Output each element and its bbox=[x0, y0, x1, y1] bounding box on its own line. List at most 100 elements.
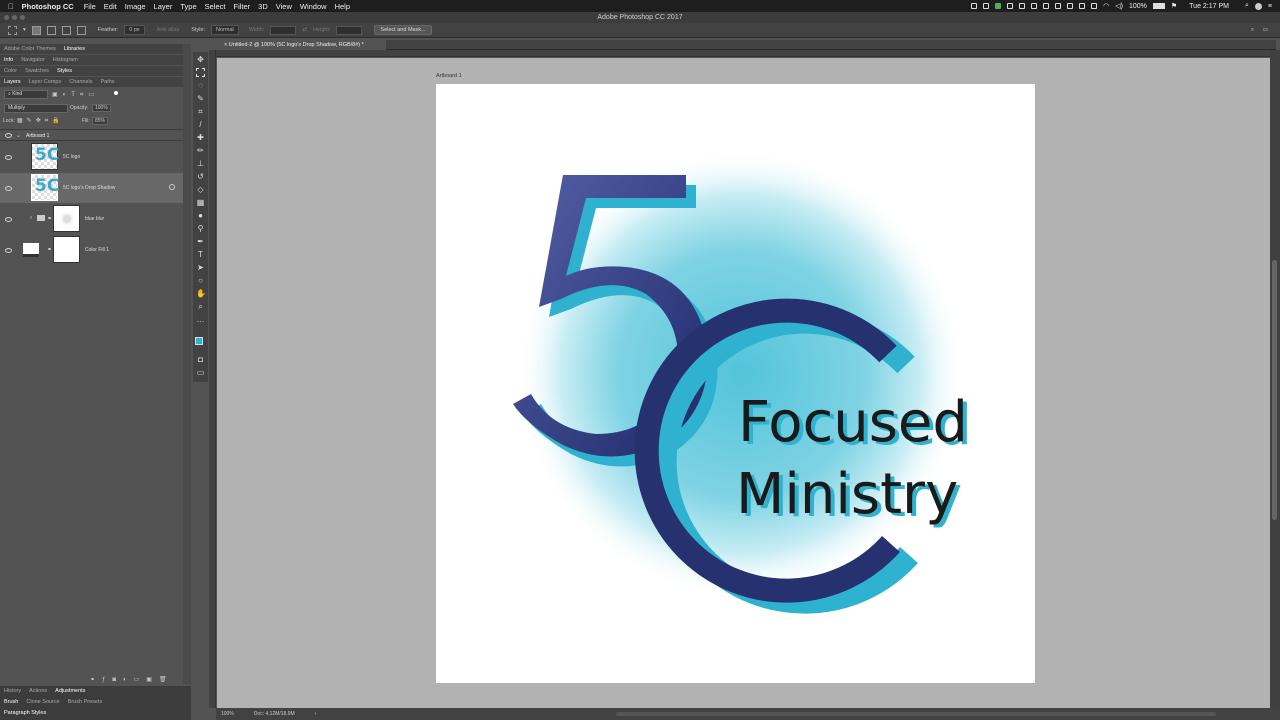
feather-input[interactable]: 0 px bbox=[124, 25, 145, 35]
tab-clone-source[interactable]: Clone Source bbox=[26, 699, 59, 705]
tab-brush[interactable]: Brush bbox=[4, 699, 18, 705]
more-tools-icon[interactable]: … bbox=[196, 315, 205, 324]
type-tool-icon[interactable]: T bbox=[196, 250, 205, 259]
user-icon[interactable] bbox=[1254, 2, 1262, 10]
hand-tool-icon[interactable]: ✋ bbox=[196, 289, 206, 298]
artboard-label[interactable]: Artboard 1 bbox=[436, 73, 462, 79]
tab-libraries[interactable]: Libraries bbox=[64, 46, 85, 52]
select-and-mask-button[interactable]: Select and Mask... bbox=[374, 25, 432, 35]
menu-help[interactable]: Help bbox=[335, 2, 350, 11]
screen-mode-icon[interactable]: ▭ bbox=[196, 368, 205, 377]
minimize-window-button[interactable] bbox=[12, 15, 17, 20]
layer-filter-icons[interactable]: ▣◐T⌗▭ bbox=[52, 91, 99, 99]
workspace-icon[interactable]: ▭ bbox=[1263, 27, 1268, 33]
vertical-ruler[interactable] bbox=[209, 50, 216, 708]
list-icon[interactable]: ≡ bbox=[1268, 3, 1272, 10]
tab-navigator[interactable]: Navigator bbox=[21, 57, 45, 63]
eye-icon[interactable] bbox=[5, 133, 12, 138]
stamp-tool-icon[interactable]: ⊥ bbox=[196, 159, 205, 168]
tab-adobe-color-themes[interactable]: Adobe Color Themes bbox=[4, 46, 56, 52]
status-icon[interactable] bbox=[995, 3, 1002, 9]
tab-brush-presets[interactable]: Brush Presets bbox=[68, 699, 103, 705]
antialias-checkbox[interactable]: Anti-alias bbox=[157, 27, 180, 33]
battery-icon[interactable] bbox=[1152, 3, 1165, 9]
horizontal-scrollbar[interactable] bbox=[616, 712, 1216, 716]
layers-footer-icons[interactable]: ⚭ƒ◙◐▭▣🗑 bbox=[90, 676, 174, 683]
tab-layer-comps[interactable]: Layer Comps bbox=[29, 79, 62, 85]
artboard-row[interactable]: ⌄ Artboard 1 bbox=[0, 129, 183, 141]
tab-paragraph-styles[interactable]: Paragraph Styles bbox=[4, 710, 46, 716]
kind-filter-select[interactable]: ⌕ Kind bbox=[4, 90, 48, 99]
menu-file[interactable]: File bbox=[84, 2, 96, 11]
menu-image[interactable]: Image bbox=[125, 2, 146, 11]
style-select[interactable]: Normal bbox=[211, 25, 239, 35]
menu-select[interactable]: Select bbox=[205, 2, 226, 11]
canvas-scrollbar[interactable] bbox=[1270, 50, 1280, 708]
width-input[interactable] bbox=[270, 25, 297, 35]
shape-tool-icon[interactable]: ○ bbox=[196, 276, 205, 285]
status-icon[interactable] bbox=[1067, 3, 1074, 9]
tab-adjustments[interactable]: Adjustments bbox=[55, 688, 85, 694]
status-icon[interactable] bbox=[1019, 3, 1026, 9]
eye-icon[interactable] bbox=[5, 216, 12, 222]
menu-edit[interactable]: Edit bbox=[104, 2, 117, 11]
healing-brush-icon[interactable]: ✚ bbox=[196, 133, 205, 142]
fill-input[interactable]: 85% bbox=[92, 117, 109, 125]
scroll-thumb[interactable] bbox=[1272, 260, 1277, 520]
subtract-selection-icon[interactable] bbox=[61, 25, 71, 35]
document-tab[interactable]: × Untitled-2 @ 100% (5C logo's Drop Shad… bbox=[216, 40, 386, 50]
menu-app-name[interactable]: Photoshop CC bbox=[22, 2, 74, 11]
zoom-level[interactable]: 100% bbox=[221, 711, 234, 717]
flag-icon[interactable]: ⚑ bbox=[1171, 2, 1177, 10]
filter-toggle-icon[interactable] bbox=[114, 91, 118, 95]
menu-3d[interactable]: 3D bbox=[258, 2, 268, 11]
tab-info[interactable]: Info bbox=[4, 57, 13, 63]
quick-select-icon[interactable]: ✎ bbox=[196, 94, 205, 103]
path-select-icon[interactable]: ➤ bbox=[196, 263, 205, 272]
layer-name[interactable]: 5C logo's Drop Shadow bbox=[63, 185, 115, 191]
document-size[interactable]: Doc: 4.12M/18.9M bbox=[254, 711, 295, 717]
opacity-input[interactable]: 100% bbox=[92, 104, 111, 112]
brush-tool-icon[interactable]: ✏ bbox=[196, 146, 205, 155]
search-icon[interactable]: ⌕ bbox=[1245, 2, 1249, 10]
tab-channels[interactable]: Channels bbox=[69, 79, 92, 85]
status-icon[interactable] bbox=[1043, 3, 1050, 9]
swap-icon[interactable]: ⇄ bbox=[302, 27, 307, 33]
blend-mode-select[interactable]: Multiply bbox=[4, 104, 68, 113]
menu-layer[interactable]: Layer bbox=[154, 2, 173, 11]
eye-icon[interactable] bbox=[5, 154, 12, 160]
tab-history[interactable]: History bbox=[4, 688, 21, 694]
zoom-window-button[interactable] bbox=[20, 15, 25, 20]
wifi-icon[interactable]: ◠ bbox=[1103, 2, 1109, 10]
layer-name[interactable]: Color Fill 1 bbox=[85, 247, 109, 253]
status-icon[interactable] bbox=[1079, 3, 1086, 9]
tab-styles[interactable]: Styles bbox=[57, 68, 72, 74]
menu-filter[interactable]: Filter bbox=[233, 2, 250, 11]
layer-row-blue-blur[interactable]: › ⚭ blue blur bbox=[0, 204, 183, 234]
intersect-selection-icon[interactable] bbox=[76, 25, 86, 35]
lasso-tool-icon[interactable]: ◌ bbox=[196, 81, 205, 90]
menu-type[interactable]: Type bbox=[180, 2, 196, 11]
tab-layers[interactable]: Layers bbox=[4, 79, 21, 85]
add-selection-icon[interactable] bbox=[46, 25, 56, 35]
tab-actions[interactable]: Actions bbox=[29, 688, 47, 694]
marquee-tool-preset[interactable] bbox=[8, 25, 17, 35]
horizontal-ruler[interactable] bbox=[216, 50, 1270, 57]
layer-row-drop-shadow[interactable]: 5C 5C logo's Drop Shadow bbox=[0, 173, 183, 203]
blur-tool-icon[interactable]: ● bbox=[196, 211, 205, 220]
eyedropper-icon[interactable]: / bbox=[196, 120, 205, 129]
chevron-right-icon[interactable]: › bbox=[315, 711, 317, 717]
tab-histogram[interactable]: Histogram bbox=[53, 57, 78, 63]
layer-row-color-fill[interactable]: ⚭ Color Fill 1 bbox=[0, 235, 183, 265]
foreground-color-swatch[interactable] bbox=[195, 337, 203, 345]
menu-window[interactable]: Window bbox=[300, 2, 327, 11]
eraser-icon[interactable]: ◇ bbox=[196, 185, 205, 194]
layer-row-5c-logo[interactable]: 5C 5C logo bbox=[0, 142, 183, 172]
layer-name[interactable]: blue blur bbox=[85, 216, 104, 222]
chevron-down-icon[interactable]: ⌄ bbox=[16, 132, 21, 139]
gradient-tool-icon[interactable]: ▦ bbox=[196, 198, 205, 207]
status-icon[interactable] bbox=[1031, 3, 1038, 9]
dodge-tool-icon[interactable]: ⚲ bbox=[196, 224, 205, 233]
zoom-tool-icon[interactable]: ⌕ bbox=[196, 302, 205, 311]
tab-paths[interactable]: Paths bbox=[100, 79, 114, 85]
